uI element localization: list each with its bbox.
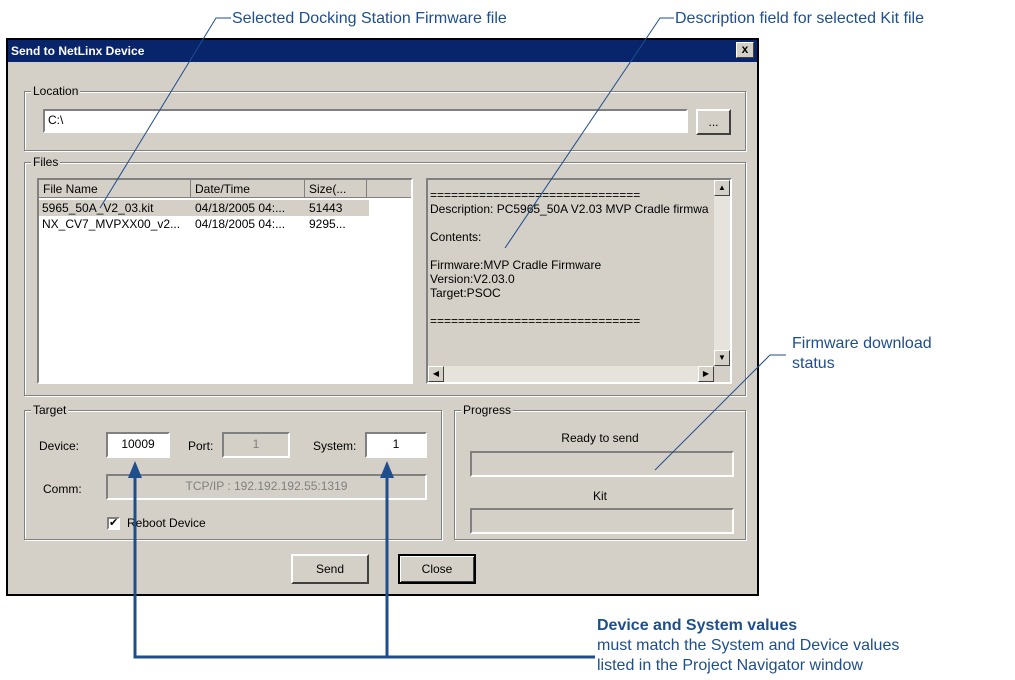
browse-button[interactable]: ... <box>696 109 731 135</box>
progress-group: Progress Ready to send Kit <box>454 403 746 540</box>
file-date-cell: 04/18/2005 04:... <box>195 201 286 215</box>
port-label: Port: <box>188 439 214 453</box>
reboot-label: Reboot Device <box>127 516 206 530</box>
dialog-title: Send to NetLinx Device <box>11 44 145 58</box>
device-input[interactable]: 10009 <box>106 432 170 458</box>
horizontal-scrollbar[interactable]: ◀ ▶ <box>428 366 714 382</box>
table-row[interactable]: 5965_50A_V2_03.kit 04/18/2005 04:... 514… <box>39 200 369 216</box>
scroll-down-icon[interactable]: ▼ <box>714 350 730 366</box>
description-line: Description: PC5965_50A V2.03 MVP Cradle… <box>430 202 709 216</box>
callout-device-system-title: Device and System values <box>597 617 798 634</box>
column-header-name[interactable]: File Name <box>39 180 191 198</box>
scroll-left-icon[interactable]: ◀ <box>428 366 444 382</box>
description-line <box>430 244 712 258</box>
comm-field: TCP/IP : 192.192.192.55:1319 <box>106 474 427 500</box>
vertical-scrollbar[interactable]: ▲ ▼ <box>714 180 730 366</box>
location-path-input[interactable]: C:\ <box>43 109 688 133</box>
callout-device-system-line2: listed in the Project Navigator window <box>597 657 863 674</box>
callout-description-field: Description field for selected Kit file <box>675 10 924 27</box>
file-name-cell: NX_CV7_MVPXX00_v2... <box>42 217 181 231</box>
port-input: 1 <box>222 432 290 458</box>
reboot-checkbox[interactable]: ✔ <box>107 517 120 530</box>
system-label: System: <box>313 439 357 453</box>
file-name-cell: 5965_50A_V2_03.kit <box>42 201 154 215</box>
files-legend: Files <box>31 155 61 169</box>
scroll-right-icon[interactable]: ▶ <box>698 366 714 382</box>
close-icon[interactable]: x <box>736 42 754 58</box>
description-line <box>430 216 712 230</box>
callout-device-system: Device and System values must match the … <box>597 616 899 676</box>
description-line: Firmware:MVP Cradle Firmware <box>430 258 602 272</box>
kit-label: Kit <box>592 489 607 503</box>
close-button[interactable]: Close <box>398 554 476 584</box>
send-button[interactable]: Send <box>291 554 369 584</box>
kit-progress-bar <box>470 508 734 534</box>
scroll-up-icon[interactable]: ▲ <box>714 180 730 196</box>
description-line: Contents: <box>430 230 482 244</box>
description-textarea[interactable]: ============================== Descripti… <box>426 178 732 384</box>
location-group: Location C:\ ... <box>24 84 746 151</box>
callout-device-system-line1: must match the System and Device values <box>597 637 900 654</box>
description-content: ============================== Descripti… <box>430 188 712 328</box>
target-legend: Target <box>31 403 69 417</box>
location-legend: Location <box>31 84 81 98</box>
dialog-titlebar: Send to NetLinx Device x <box>8 40 757 62</box>
file-size-cell: 9295... <box>309 217 346 231</box>
progress-status-label: Ready to send <box>561 431 639 445</box>
file-date-cell: 04/18/2005 04:... <box>195 217 286 231</box>
system-input[interactable]: 1 <box>365 432 427 458</box>
description-line <box>430 300 712 314</box>
comm-label: Comm: <box>43 482 82 496</box>
file-progress-bar <box>470 451 734 477</box>
table-row[interactable]: NX_CV7_MVPXX00_v2... 04/18/2005 04:... 9… <box>39 216 369 232</box>
device-label: Device: <box>39 439 80 453</box>
target-group: Target Device: 10009 Port: 1 System: 1 C… <box>24 403 442 540</box>
description-line: ============================== <box>430 314 641 328</box>
callout-download-status: Firmware download status <box>792 334 932 374</box>
callout-firmware-file: Selected Docking Station Firmware file <box>232 10 507 27</box>
callout-download-status-line2: status <box>792 355 835 372</box>
send-to-netlinx-dialog: Send to NetLinx Device x Location C:\ ..… <box>6 38 759 596</box>
description-line: ============================== <box>430 188 641 202</box>
column-header-size[interactable]: Size(... <box>305 180 367 198</box>
callout-download-status-line1: Firmware download <box>792 335 932 352</box>
description-line: Target:PSOC <box>430 286 501 300</box>
column-header-date[interactable]: Date/Time <box>191 180 305 198</box>
file-size-cell: 51443 <box>309 201 343 215</box>
description-line: Version:V2.03.0 <box>430 272 515 286</box>
progress-legend: Progress <box>461 403 514 417</box>
file-list[interactable]: File Name Date/Time Size(... 5965_50A_V2… <box>37 178 413 384</box>
files-group: Files File Name Date/Time Size(... 5965_… <box>24 155 746 396</box>
column-header-filler <box>367 180 411 198</box>
